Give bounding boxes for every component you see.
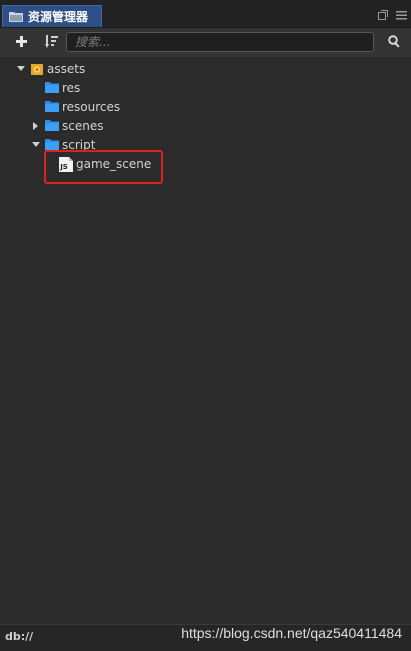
sort-icon	[44, 35, 58, 51]
search-icon	[387, 35, 401, 51]
tree-item-label: scenes	[62, 118, 104, 133]
folder-icon	[45, 101, 59, 112]
expanded-arrow-icon[interactable]	[16, 64, 26, 74]
db-path: db://	[5, 630, 34, 643]
folder-icon	[9, 11, 23, 22]
tab-label: 资源管理器	[28, 10, 89, 24]
expanded-arrow-icon[interactable]	[31, 140, 41, 150]
sort-button[interactable]	[39, 32, 63, 54]
search-input[interactable]	[66, 32, 374, 52]
watermark: https://blog.csdn.net/qaz540411484	[181, 625, 402, 641]
tree-item-scenes[interactable]: scenes	[0, 116, 405, 135]
add-button[interactable]	[9, 32, 33, 54]
restore-icon[interactable]	[377, 9, 389, 21]
selection-highlight-box	[44, 150, 163, 184]
folder-icon	[45, 139, 59, 150]
database-icon	[30, 62, 44, 76]
tree-item-resources[interactable]: resources	[0, 97, 405, 116]
tree-item-label: resources	[62, 99, 121, 114]
search-button[interactable]	[382, 32, 406, 54]
tree-item-label: res	[62, 80, 81, 95]
folder-icon	[45, 82, 59, 93]
tree-item-res[interactable]: res	[0, 78, 405, 97]
status-bar: db:// https://blog.csdn.net/qaz540411484	[0, 624, 411, 651]
folder-icon	[45, 120, 59, 131]
toolbar	[0, 28, 411, 59]
menu-icon[interactable]	[395, 9, 407, 21]
tab-asset-manager[interactable]: 资源管理器	[2, 5, 102, 27]
assets-panel: 资源管理器 搜索... assets res resources scenes …	[0, 0, 411, 651]
tree-item-assets[interactable]: assets	[0, 59, 405, 78]
tab-strip: 资源管理器	[0, 0, 411, 28]
collapsed-arrow-icon[interactable]	[31, 121, 41, 131]
tree-item-label: assets	[47, 61, 86, 76]
plus-icon	[15, 36, 27, 50]
tab-actions	[377, 9, 407, 21]
